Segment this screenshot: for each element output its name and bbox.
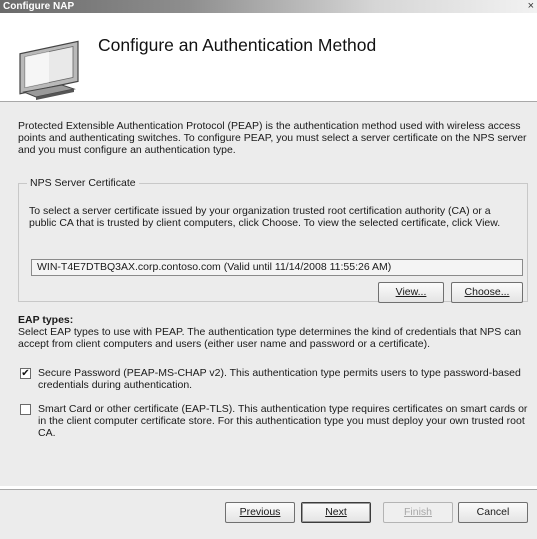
smart-card-label: Smart Card or other certificate (EAP-TLS… (38, 403, 528, 439)
wizard-header: Configure an Authentication Method (0, 13, 537, 102)
finish-button[interactable]: Finish (383, 502, 453, 523)
nps-server-certificate-group: NPS Server Certificate To select a serve… (18, 177, 528, 303)
wizard-footer: Previous Next Finish Cancel (0, 490, 537, 539)
eap-types-title: EAP types: (18, 314, 74, 326)
previous-button-label: Previous (239, 506, 281, 518)
secure-password-label: Secure Password (PEAP-MS-CHAP v2). This … (38, 367, 521, 391)
eap-types-description: Select EAP types to use with PEAP. The a… (18, 326, 522, 350)
monitor-icon (19, 40, 79, 100)
view-button-label: View... (395, 286, 427, 298)
wizard-content: Protected Extensible Authentication Prot… (0, 102, 537, 486)
cancel-button[interactable]: Cancel (458, 502, 528, 523)
cancel-button-label: Cancel (476, 506, 510, 518)
smart-card-checkbox[interactable] (20, 404, 31, 415)
close-icon[interactable]: × (528, 0, 534, 13)
group-legend: NPS Server Certificate (30, 177, 136, 189)
title-bar: Configure NAP × (0, 0, 537, 13)
choose-button-label: Choose... (464, 286, 510, 298)
finish-button-label: Finish (403, 506, 432, 518)
next-button-label: Next (325, 506, 347, 518)
page-heading: Configure an Authentication Method (98, 35, 377, 55)
group-description: To select a server certificate issued by… (29, 205, 501, 229)
window-title: Configure NAP (3, 1, 75, 12)
next-button[interactable]: Next (301, 502, 371, 523)
choose-button[interactable]: Choose... (451, 282, 523, 303)
intro-text: Protected Extensible Authentication Prot… (18, 120, 527, 156)
view-button[interactable]: View... (378, 282, 444, 303)
secure-password-checkbox[interactable]: ✔ (20, 368, 31, 379)
previous-button[interactable]: Previous (225, 502, 295, 523)
certificate-field[interactable]: WIN-T4E7DTBQ3AX.corp.contoso.com (Valid … (31, 259, 523, 276)
